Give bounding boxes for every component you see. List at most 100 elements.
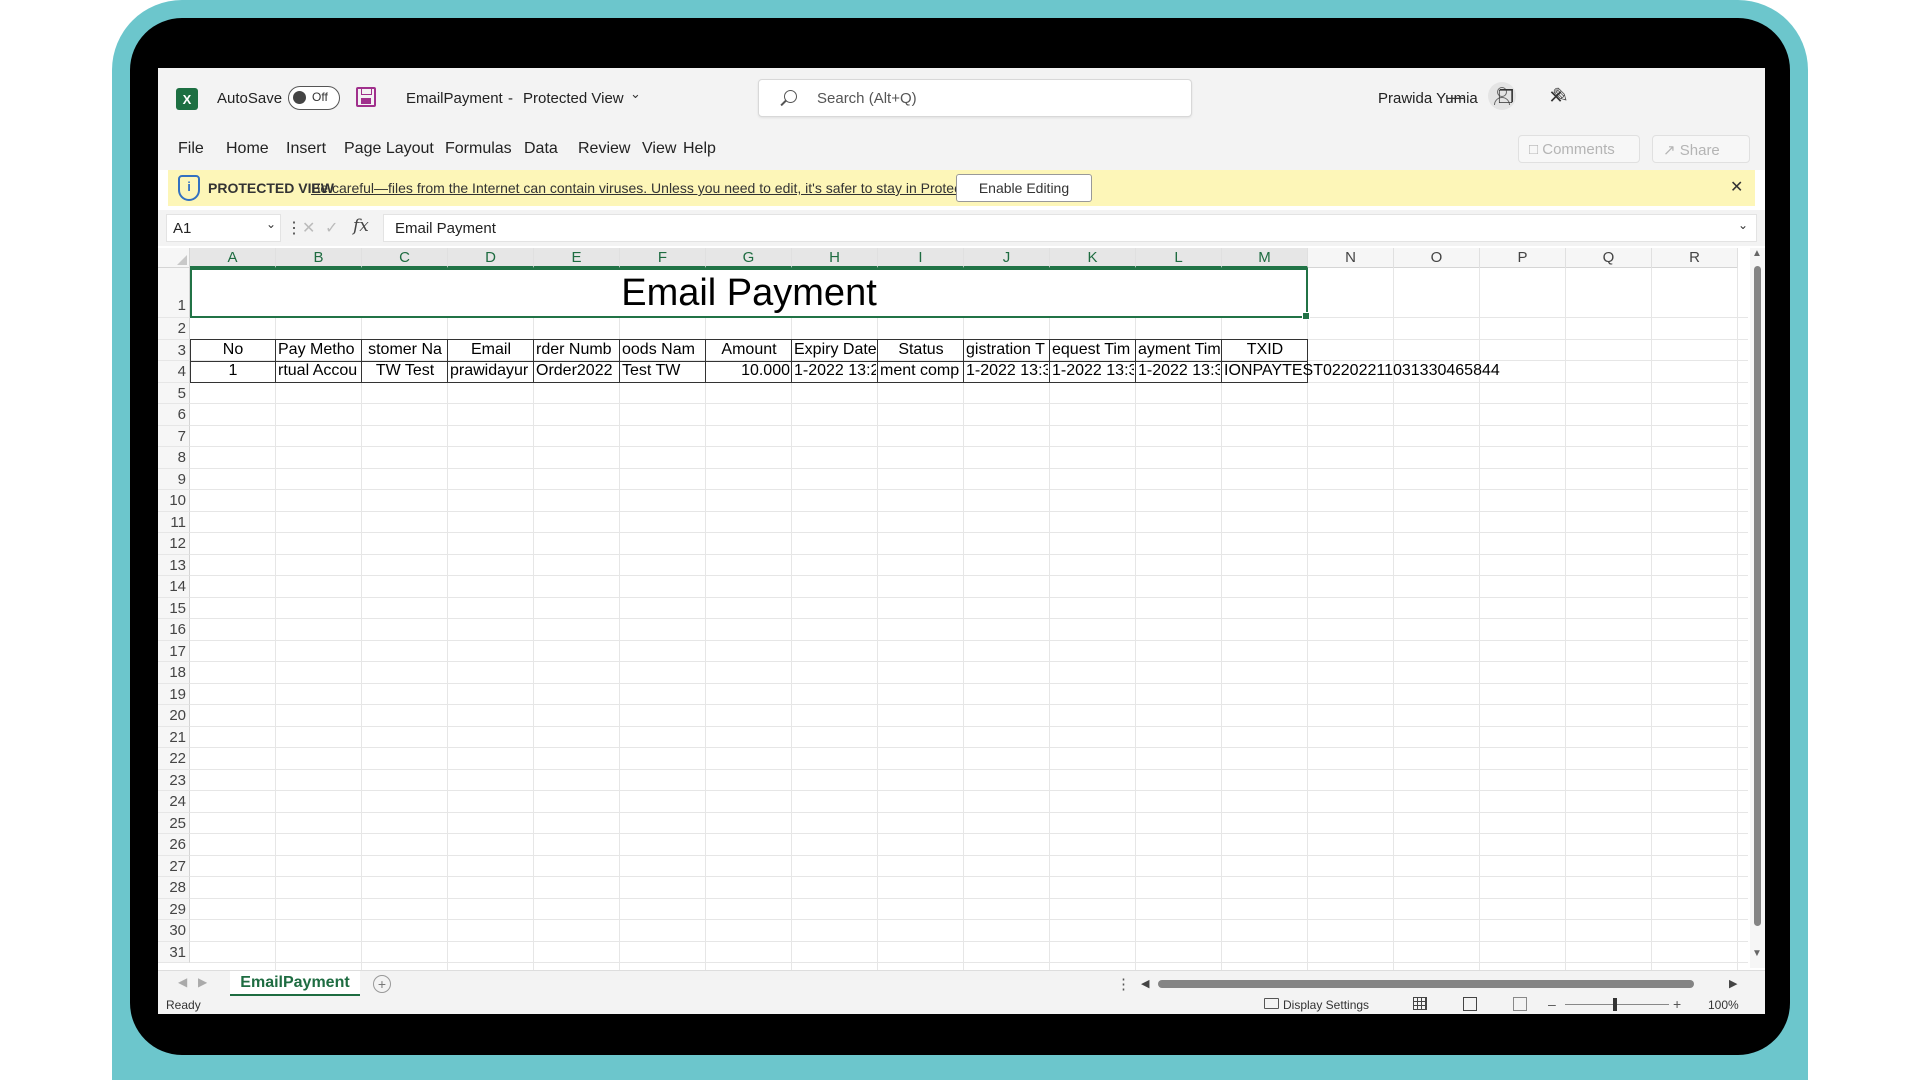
column-header-r[interactable]: R [1652, 248, 1738, 268]
table-cell[interactable]: Test TW [622, 362, 704, 384]
table-cell[interactable]: rtual Accou [278, 362, 360, 384]
normal-view-icon[interactable] [1413, 997, 1427, 1010]
row-header-19[interactable]: 19 [158, 683, 190, 705]
table-cell[interactable]: prawidayur [450, 362, 532, 384]
column-header-c[interactable]: C [362, 248, 448, 268]
chevron-down-icon[interactable]: ⌄ [266, 217, 276, 231]
column-header-j[interactable]: J [964, 248, 1050, 268]
table-cell[interactable]: 10.000 [708, 362, 790, 384]
vertical-scroll-thumb[interactable] [1754, 266, 1761, 926]
row-header-10[interactable]: 10 [158, 490, 190, 512]
table-header-cell[interactable]: TXID [1224, 341, 1306, 363]
column-header-f[interactable]: F [620, 248, 706, 268]
table-cell[interactable]: 1-2022 13:3 [1138, 362, 1220, 384]
zoom-level[interactable]: 100% [1708, 998, 1739, 1012]
column-header-a[interactable]: A [190, 248, 276, 268]
row-header-7[interactable]: 7 [158, 425, 190, 447]
save-icon[interactable] [356, 87, 376, 107]
check-icon[interactable]: ✓ [325, 218, 338, 238]
row-header-5[interactable]: 5 [158, 382, 190, 404]
more-options-icon[interactable]: ⋮ [286, 218, 302, 238]
formula-input[interactable]: Email Payment [383, 214, 1757, 242]
row-header-18[interactable]: 18 [158, 662, 190, 684]
row-header-11[interactable]: 11 [158, 511, 190, 533]
table-header-cell[interactable]: No [192, 341, 274, 363]
row-header-2[interactable]: 2 [158, 318, 190, 340]
table-header-cell[interactable]: gistration T [966, 341, 1048, 363]
column-header-p[interactable]: P [1480, 248, 1566, 268]
add-sheet-icon[interactable]: + [373, 975, 391, 993]
table-header-cell[interactable]: Amount [708, 341, 790, 363]
tab-prev-icon[interactable]: ◀ [178, 975, 187, 989]
menu-review[interactable]: Review [578, 140, 630, 158]
minimize-icon[interactable]: — [1436, 80, 1476, 114]
vertical-scrollbar[interactable]: ▲ ▼ [1750, 248, 1765, 968]
row-header-4[interactable]: 4 [158, 361, 190, 383]
row-header-6[interactable]: 6 [158, 404, 190, 426]
row-header-24[interactable]: 24 [158, 791, 190, 813]
row-header-22[interactable]: 22 [158, 748, 190, 770]
menu-file[interactable]: File [178, 140, 204, 158]
document-mode[interactable]: Protected View [523, 90, 624, 107]
cancel-icon[interactable]: ✕ [302, 218, 315, 238]
column-header-g[interactable]: G [706, 248, 792, 268]
table-header-cell[interactable]: rder Numb [536, 341, 618, 363]
table-cell[interactable]: Order2022 [536, 362, 618, 384]
row-header-28[interactable]: 28 [158, 877, 190, 899]
menu-view[interactable]: View [642, 140, 676, 158]
page-break-view-icon[interactable] [1513, 997, 1527, 1011]
table-cell[interactable]: IONPAYTEST02202211031330465844 [1224, 362, 1554, 384]
worksheet-grid[interactable]: ABCDEFGHIJKLMNOPQR 1 2 3 4 5 6 7 8 9 10 11 12 13 14 15… [158, 248, 1748, 1008]
table-header-cell[interactable]: Email [450, 341, 532, 363]
row-header-16[interactable]: 16 [158, 619, 190, 641]
share-button[interactable]: ↗ Share [1652, 135, 1750, 163]
menu-data[interactable]: Data [524, 140, 558, 158]
scroll-left-icon[interactable]: ◀ [1141, 977, 1149, 990]
scroll-up-icon[interactable]: ▲ [1752, 248, 1762, 259]
table-cell[interactable]: 1 [192, 362, 274, 384]
table-cell[interactable]: 1-2022 13:2 [794, 362, 876, 384]
title-cell[interactable]: Email Payment [190, 268, 1310, 320]
row-header-1[interactable]: 1 [158, 268, 190, 318]
tab-splitter-icon[interactable]: ⋮ [1116, 975, 1131, 993]
table-cell[interactable]: 1-2022 13:3 [966, 362, 1048, 384]
menu-page-layout[interactable]: Page Layout [344, 140, 434, 158]
restore-icon[interactable]: ❐ [1486, 80, 1526, 114]
protected-view-message[interactable]: Be careful—files from the Internet can c… [311, 180, 1018, 196]
expand-formula-icon[interactable]: ⌄ [1738, 218, 1748, 232]
zoom-out-button[interactable]: – [1548, 996, 1556, 1012]
search-box[interactable]: Search (Alt+Q) [758, 79, 1192, 117]
page-layout-view-icon[interactable] [1463, 997, 1477, 1011]
menu-insert[interactable]: Insert [286, 140, 326, 158]
row-header-21[interactable]: 21 [158, 726, 190, 748]
close-icon[interactable]: ✕ [1536, 80, 1576, 114]
comments-button[interactable]: □ Comments [1518, 135, 1640, 163]
document-name[interactable]: EmailPayment [406, 90, 503, 107]
fx-icon[interactable]: fx [353, 216, 369, 236]
zoom-slider-track[interactable] [1565, 1004, 1669, 1005]
table-cell[interactable]: 1-2022 13:3 [1052, 362, 1134, 384]
name-box[interactable]: A1 [166, 214, 281, 242]
column-header-b[interactable]: B [276, 248, 362, 268]
row-header-29[interactable]: 29 [158, 898, 190, 920]
table-header-cell[interactable]: Pay Metho [278, 341, 360, 363]
row-header-25[interactable]: 25 [158, 812, 190, 834]
menu-help[interactable]: Help [683, 140, 716, 158]
table-cell[interactable]: ment comp [880, 362, 962, 384]
sheet-tab-emailpayment[interactable]: EmailPayment [230, 971, 360, 997]
row-header-23[interactable]: 23 [158, 769, 190, 791]
horizontal-scroll-thumb[interactable] [1158, 980, 1694, 988]
table-header-cell[interactable]: oods Nam [622, 341, 704, 363]
row-header-14[interactable]: 14 [158, 576, 190, 598]
table-header-cell[interactable]: ayment Tim [1138, 341, 1220, 363]
table-header-cell[interactable]: stomer Na [364, 341, 446, 363]
row-header-27[interactable]: 27 [158, 855, 190, 877]
table-header-cell[interactable]: Status [880, 341, 962, 363]
scroll-down-icon[interactable]: ▼ [1752, 948, 1762, 959]
row-header-13[interactable]: 13 [158, 554, 190, 576]
close-icon[interactable]: ✕ [1730, 177, 1743, 197]
zoom-in-button[interactable]: + [1673, 996, 1681, 1012]
row-header-20[interactable]: 20 [158, 705, 190, 727]
column-header-h[interactable]: H [792, 248, 878, 268]
row-header-30[interactable]: 30 [158, 920, 190, 942]
